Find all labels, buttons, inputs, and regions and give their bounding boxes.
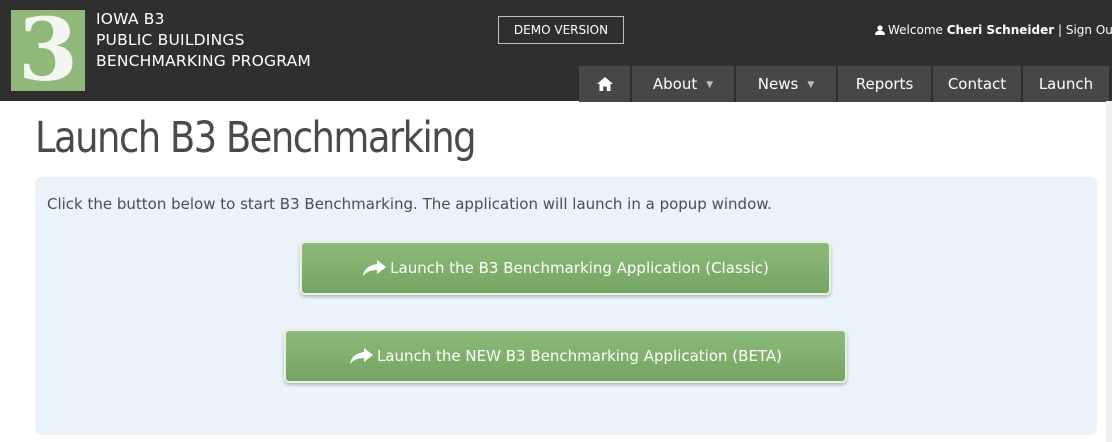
nav-home[interactable] [579, 66, 632, 102]
share-arrow-icon [349, 348, 373, 364]
brand-line-1: IOWA B3 [96, 10, 165, 28]
launch-beta-label: Launch the NEW B3 Benchmarking Applicati… [376, 347, 783, 365]
page-scrollbar[interactable] [1106, 101, 1112, 442]
nav-contact[interactable]: Contact [933, 66, 1023, 102]
welcome-text: Welcome [888, 23, 943, 37]
sign-out-link[interactable]: Sign Ou [1066, 23, 1112, 37]
nav-reports[interactable]: Reports [838, 66, 933, 102]
launch-classic-label: Launch the B3 Benchmarking Application (… [390, 259, 769, 277]
launch-panel: Click the button below to start B3 Bench… [35, 177, 1097, 435]
share-arrow-icon [363, 260, 387, 276]
nav-about[interactable]: About ▼ [632, 66, 736, 102]
nav-about-label: About [652, 75, 698, 93]
nav-news[interactable]: News ▼ [736, 66, 838, 102]
nav-news-label: News [757, 75, 799, 93]
main-nav: About ▼ News ▼ Reports Contact Launch [579, 66, 1111, 102]
home-icon [596, 77, 613, 91]
brand-line-3: BENCHMARKING PROGRAM [96, 52, 311, 70]
top-navigation-bar: 3 IOWA B3 PUBLIC BUILDINGS BENCHMARKING … [0, 0, 1112, 102]
user-icon [875, 25, 885, 35]
demo-version-badge: DEMO VERSION [498, 16, 624, 44]
brand-line-2: PUBLIC BUILDINGS [96, 31, 245, 49]
launch-beta-button[interactable]: Launch the NEW B3 Benchmarking Applicati… [284, 329, 847, 383]
b3-logo[interactable]: 3 [11, 8, 85, 94]
chevron-down-icon: ▼ [807, 80, 815, 90]
instructions-text: Click the button below to start B3 Bench… [47, 195, 772, 213]
user-menu: Welcome Cheri Schneider | Sign Ou [875, 23, 1112, 37]
separator: | [1057, 23, 1063, 37]
chevron-down-icon: ▼ [706, 80, 714, 90]
page-title: Launch B3 Benchmarking [35, 113, 477, 163]
program-name[interactable]: IOWA B3 PUBLIC BUILDINGS BENCHMARKING PR… [96, 9, 311, 72]
nav-launch[interactable]: Launch [1023, 66, 1111, 102]
user-name[interactable]: Cheri Schneider [947, 23, 1054, 37]
launch-classic-button[interactable]: Launch the B3 Benchmarking Application (… [300, 241, 831, 295]
